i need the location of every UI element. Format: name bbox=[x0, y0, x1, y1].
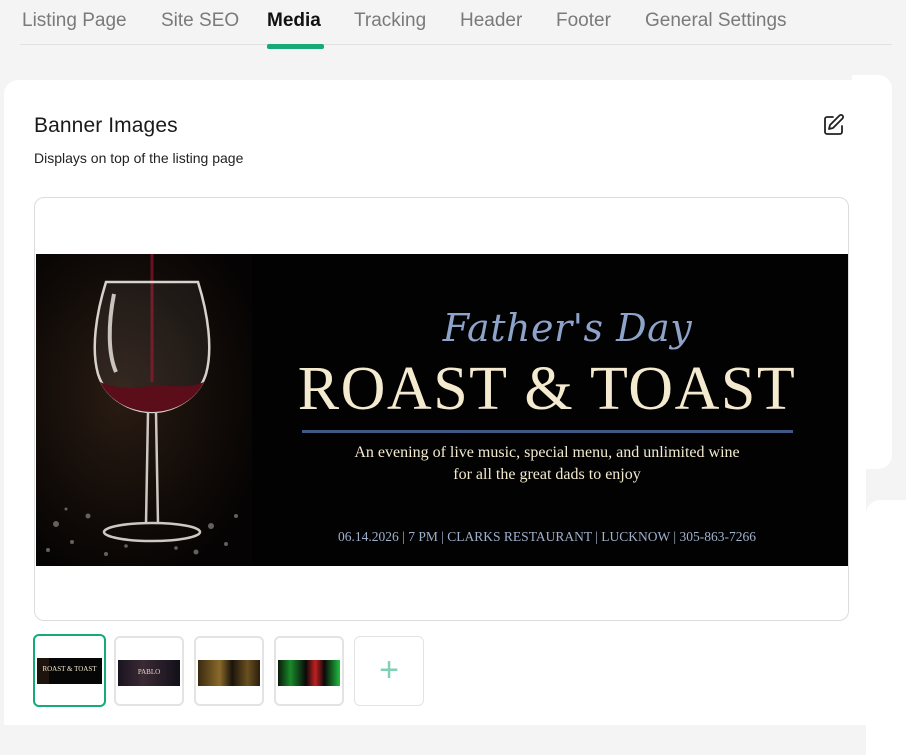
banner-preview: Father's Day ROAST & TOAST An evening of… bbox=[34, 197, 849, 621]
active-tab-indicator bbox=[267, 44, 324, 49]
banner-title: ROAST & TOAST bbox=[297, 355, 797, 423]
plus-icon: + bbox=[379, 651, 399, 689]
edit-icon[interactable] bbox=[822, 113, 846, 137]
thumbnail-pablo[interactable]: PABLO bbox=[114, 636, 184, 706]
tab-header[interactable]: Header bbox=[460, 10, 522, 32]
section-title: Banner Images bbox=[34, 114, 178, 137]
banner-divider bbox=[302, 430, 793, 433]
tab-general-settings[interactable]: General Settings bbox=[645, 10, 787, 32]
banner-description: An evening of live music, special menu, … bbox=[272, 442, 822, 486]
tab-tracking[interactable]: Tracking bbox=[354, 10, 426, 32]
banner-description-line-1: An evening of live music, special menu, … bbox=[354, 444, 740, 461]
add-image-button[interactable]: + bbox=[354, 636, 424, 706]
card-edge bbox=[852, 75, 892, 469]
thumbnail-roast-toast[interactable]: ROAST & TOAST bbox=[33, 634, 106, 707]
tab-site-seo[interactable]: Site SEO bbox=[161, 10, 239, 32]
banner-footer-details: 06.14.2026 | 7 PM | CLARKS RESTAURANT | … bbox=[338, 529, 756, 544]
banner-image: Father's Day ROAST & TOAST An evening of… bbox=[36, 254, 848, 566]
tab-media[interactable]: Media bbox=[267, 10, 321, 32]
card-edge-lower bbox=[866, 500, 906, 755]
tab-footer[interactable]: Footer bbox=[556, 10, 611, 32]
tab-bar: Listing Page Site SEO Media Tracking Hea… bbox=[20, 0, 892, 45]
thumbnail-green[interactable] bbox=[274, 636, 344, 706]
section-subtitle: Displays on top of the listing page bbox=[34, 150, 244, 166]
thumbnail-text: ROAST & TOAST bbox=[42, 665, 97, 673]
wine-glass-image bbox=[36, 254, 252, 566]
thumbnail-gold[interactable] bbox=[194, 636, 264, 706]
tab-listing-page[interactable]: Listing Page bbox=[22, 10, 127, 32]
thumbnail-text: PABLO bbox=[137, 668, 161, 676]
banner-script-title: Father's Day bbox=[442, 306, 693, 350]
banner-description-line-2: for all the great dads to enjoy bbox=[453, 466, 641, 483]
